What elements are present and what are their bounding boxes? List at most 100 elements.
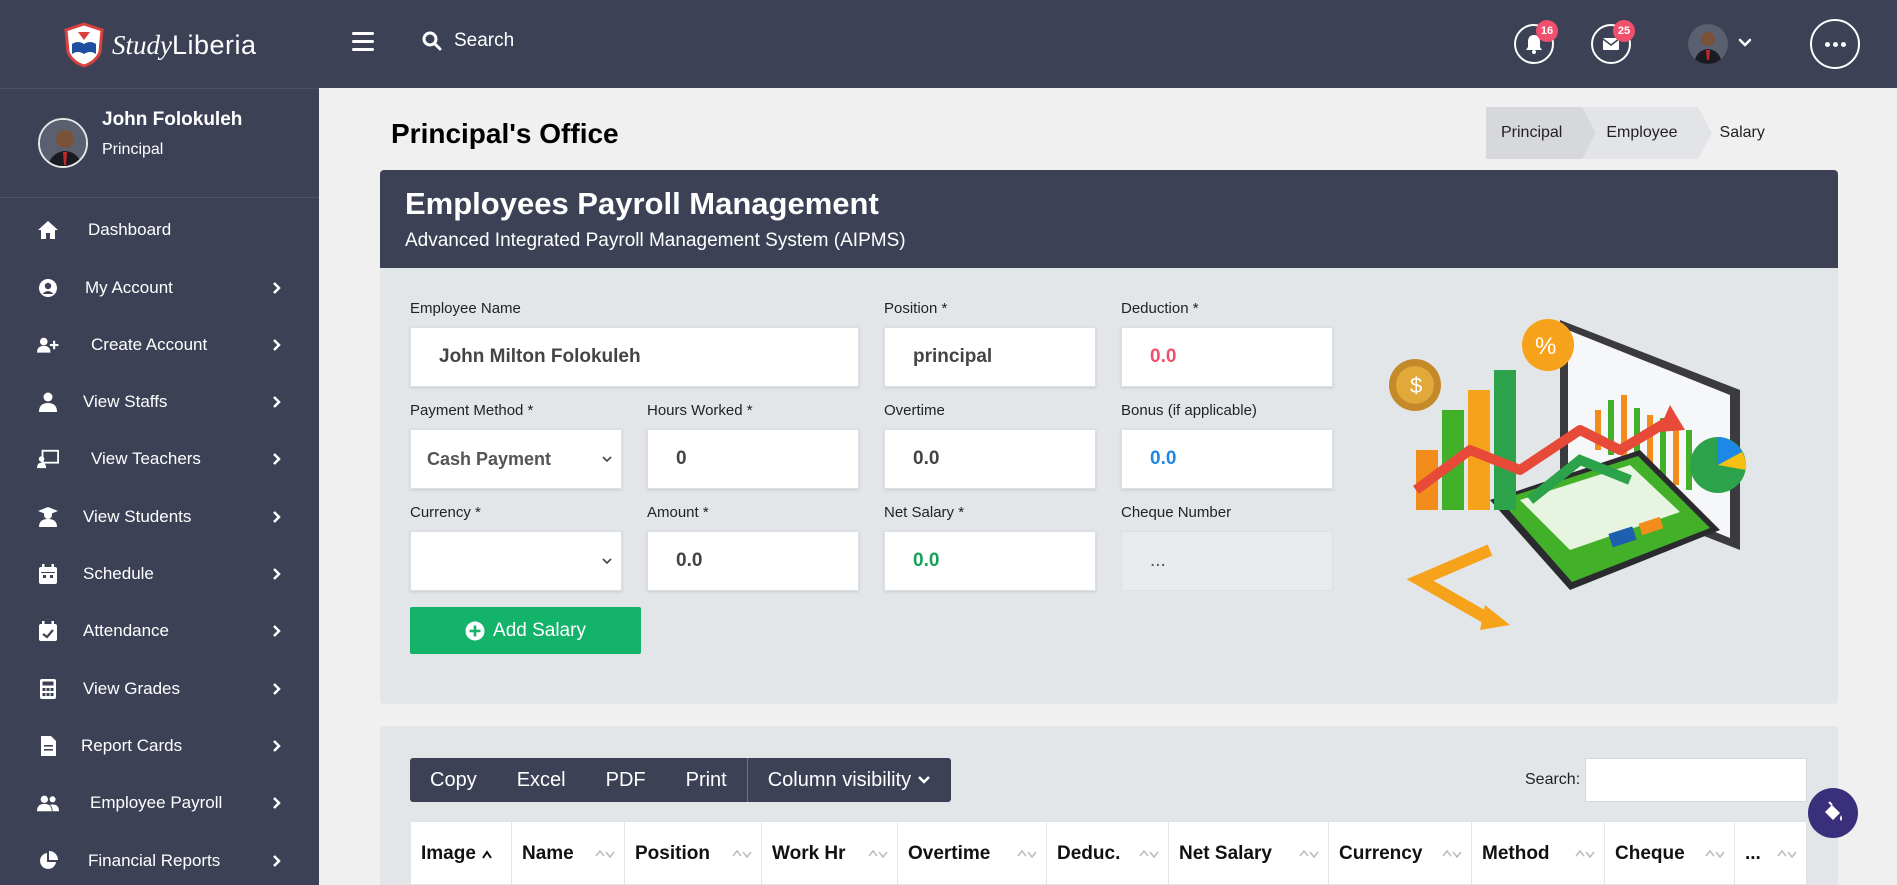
sidebar-item-schedule[interactable]: Schedule xyxy=(0,551,319,597)
sidebar-item-create-account[interactable]: Create Account xyxy=(0,322,319,368)
table-search-label: Search: xyxy=(1525,771,1581,788)
sidebar-item-view-students[interactable]: View Students xyxy=(0,494,319,540)
column-header-cheque[interactable]: Cheque xyxy=(1605,822,1735,885)
column-header-label: Work Hr xyxy=(772,843,846,864)
employee-name-input[interactable]: John Milton Folokuleh xyxy=(410,327,859,387)
chevron-right-icon xyxy=(273,339,281,351)
calendar-check-icon xyxy=(37,620,59,642)
position-label: Position * xyxy=(884,300,948,317)
search-icon xyxy=(422,31,442,51)
column-header-label: Net Salary xyxy=(1179,843,1272,864)
shield-book-icon xyxy=(64,22,104,68)
top-search[interactable]: Search xyxy=(422,30,514,52)
user-circle-icon xyxy=(37,277,59,299)
table-export-buttons: Copy Excel PDF Print Column visibility xyxy=(410,758,952,802)
column-header-more[interactable]: ... xyxy=(1735,822,1806,885)
pdf-button[interactable]: PDF xyxy=(586,758,666,802)
column-visibility-button[interactable]: Column visibility xyxy=(746,758,951,802)
dot-icon xyxy=(1840,41,1846,47)
sort-icon xyxy=(1705,849,1725,859)
add-salary-button[interactable]: Add Salary xyxy=(410,607,641,654)
breadcrumb: Principal Employee Salary xyxy=(1486,107,1785,159)
column-header-deduction[interactable]: Deduc. xyxy=(1047,822,1169,885)
chevron-right-icon xyxy=(273,625,281,637)
sidebar-item-attendance[interactable]: Attendance xyxy=(0,608,319,654)
column-header-name[interactable]: Name xyxy=(512,822,625,885)
brand-logo[interactable]: StudyLiberia xyxy=(62,22,257,68)
cheque-number-input[interactable]: ... xyxy=(1121,531,1333,591)
sort-icon xyxy=(1575,849,1595,859)
chevron-down-icon[interactable] xyxy=(1736,34,1754,52)
print-button[interactable]: Print xyxy=(666,758,747,802)
sidebar-item-financial-reports[interactable]: Financial Reports xyxy=(0,838,319,884)
svg-text:%: % xyxy=(1535,333,1556,360)
dot-icon xyxy=(1832,41,1838,47)
sidebar-item-view-teachers[interactable]: View Teachers xyxy=(0,436,319,482)
chevron-right-icon xyxy=(273,282,281,294)
chevron-down-icon xyxy=(602,558,612,565)
sidebar-item-view-staffs[interactable]: View Staffs xyxy=(0,379,319,425)
table-search-input[interactable] xyxy=(1585,758,1807,802)
more-options-button[interactable] xyxy=(1810,19,1860,69)
sidebar-item-view-grades[interactable]: View Grades xyxy=(0,666,319,712)
bonus-input[interactable]: 0.0 xyxy=(1121,429,1333,489)
column-header-position[interactable]: Position xyxy=(625,822,762,885)
chevron-right-icon xyxy=(273,511,281,523)
chevron-right-icon xyxy=(273,683,281,695)
sidebar-item-employee-payroll[interactable]: Employee Payroll xyxy=(0,780,319,826)
column-header-net-salary[interactable]: Net Salary xyxy=(1169,822,1329,885)
user-avatar[interactable] xyxy=(1688,24,1728,64)
sidebar: John Folokuleh Principal Dashboard My Ac… xyxy=(0,88,319,885)
sidebar-item-label: View Grades xyxy=(83,679,181,698)
position-input[interactable]: principal xyxy=(884,327,1096,387)
brand-script: Study xyxy=(112,29,172,60)
amount-label: Amount * xyxy=(647,504,709,521)
copy-button[interactable]: Copy xyxy=(410,758,497,802)
payment-method-select[interactable]: Cash Payment xyxy=(410,429,622,489)
sort-icon xyxy=(868,849,888,859)
bonus-label: Bonus (if applicable) xyxy=(1121,402,1257,419)
column-header-currency[interactable]: Currency xyxy=(1329,822,1472,885)
column-header-method[interactable]: Method xyxy=(1472,822,1605,885)
overtime-input[interactable]: 0.0 xyxy=(884,429,1096,489)
overtime-label: Overtime xyxy=(884,402,945,419)
page-title: Principal's Office xyxy=(391,118,619,149)
profile-avatar[interactable] xyxy=(38,118,88,168)
column-header-image[interactable]: Image xyxy=(411,822,512,885)
amount-input[interactable]: 0.0 xyxy=(647,531,859,591)
deduction-input[interactable]: 0.0 xyxy=(1121,327,1333,387)
chevron-right-icon xyxy=(273,396,281,408)
table-header-row: Image Name Position Work Hr Overtime Ded… xyxy=(410,821,1807,885)
add-salary-label: Add Salary xyxy=(493,619,586,641)
sidebar-item-dashboard[interactable]: Dashboard xyxy=(0,207,319,253)
sidebar-item-label: Report Cards xyxy=(81,736,183,755)
sidebar-item-label: View Staffs xyxy=(83,392,168,411)
file-icon xyxy=(37,735,59,757)
column-header-label: Position xyxy=(635,843,710,864)
messages-button[interactable]: 25 xyxy=(1591,20,1635,64)
sidebar-item-my-account[interactable]: My Account xyxy=(0,265,319,311)
breadcrumb-employee[interactable]: Employee xyxy=(1582,107,1712,159)
search-label: Search xyxy=(454,30,515,51)
sort-icon xyxy=(1777,849,1797,859)
hours-worked-input[interactable]: 0 xyxy=(647,429,859,489)
notifications-button[interactable]: 16 xyxy=(1514,20,1558,64)
column-header-label: Method xyxy=(1482,843,1550,864)
currency-select[interactable] xyxy=(410,531,622,591)
net-salary-input[interactable]: 0.0 xyxy=(884,531,1096,591)
user-tie-icon xyxy=(37,391,59,413)
theme-customizer-button[interactable] xyxy=(1808,788,1858,838)
calculator-icon xyxy=(37,678,59,700)
column-header-overtime[interactable]: Overtime xyxy=(898,822,1047,885)
avatar-image-icon xyxy=(40,120,86,166)
payroll-illustration-icon: $ % xyxy=(1389,319,1747,630)
sidebar-profile: John Folokuleh Principal xyxy=(0,89,319,198)
column-header-work-hr[interactable]: Work Hr xyxy=(762,822,898,885)
excel-button[interactable]: Excel xyxy=(497,758,586,802)
sidebar-item-report-cards[interactable]: Report Cards xyxy=(0,723,319,769)
column-header-label: Image xyxy=(421,843,476,864)
column-header-label: Cheque xyxy=(1615,843,1685,864)
column-header-label: Overtime xyxy=(908,843,991,864)
menu-toggle-icon[interactable] xyxy=(352,32,374,54)
breadcrumb-principal[interactable]: Principal xyxy=(1486,107,1597,159)
